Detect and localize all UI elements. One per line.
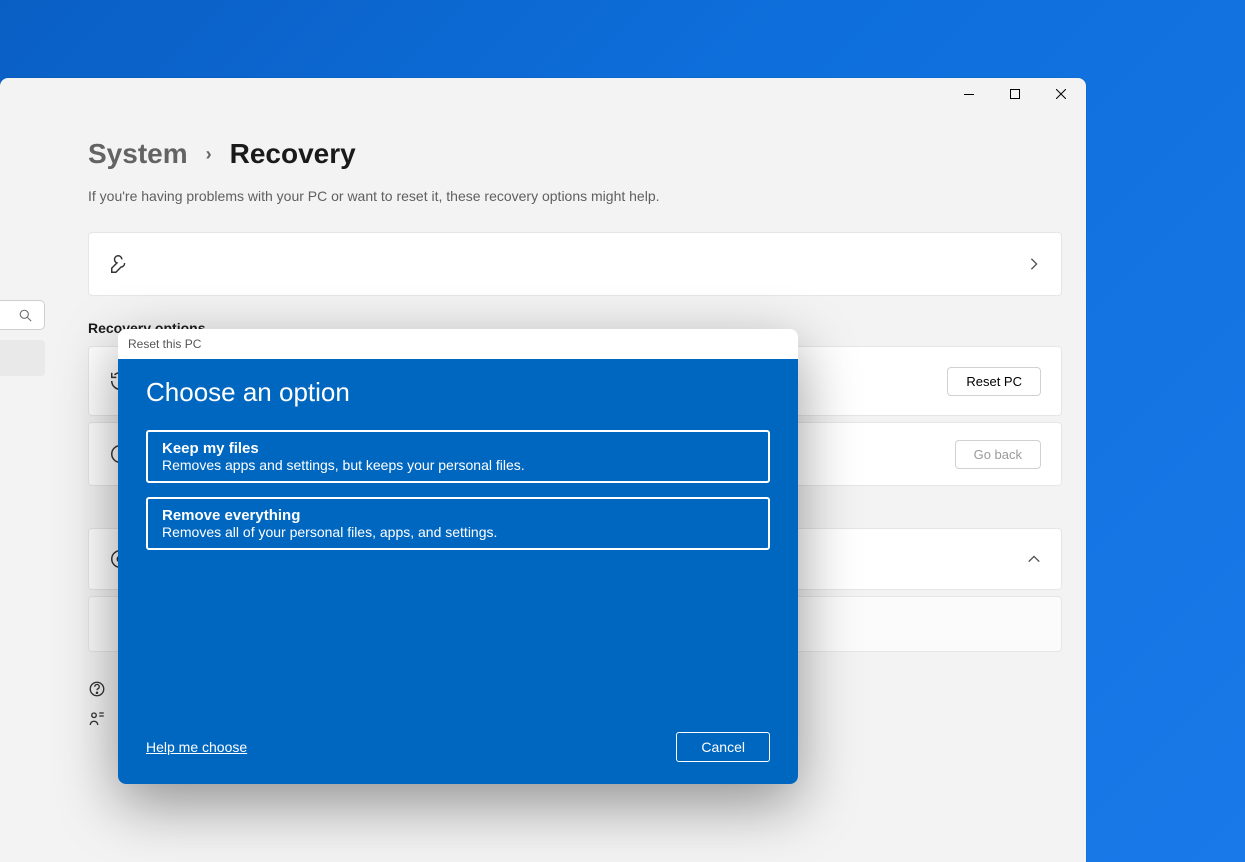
option-remove-everything[interactable]: Remove everything Removes all of your pe… — [146, 497, 770, 550]
breadcrumb-parent[interactable]: System — [88, 138, 188, 170]
help-me-choose-link[interactable]: Help me choose — [146, 739, 247, 755]
dialog-footer: Help me choose Cancel — [146, 732, 770, 762]
option-desc: Removes all of your personal files, apps… — [162, 524, 754, 540]
sidebar-item-system[interactable] — [0, 340, 45, 376]
search-input[interactable] — [0, 300, 45, 330]
breadcrumb: System › Recovery — [88, 138, 1062, 170]
option-title: Remove everything — [162, 507, 754, 524]
reset-pc-button[interactable]: Reset PC — [947, 367, 1041, 396]
page-subtitle: If you're having problems with your PC o… — [88, 188, 1062, 204]
maximize-button[interactable] — [992, 79, 1038, 109]
chevron-right-icon: › — [206, 144, 212, 165]
breadcrumb-current: Recovery — [230, 138, 356, 170]
titlebar — [0, 78, 1086, 110]
close-button[interactable] — [1038, 79, 1084, 109]
wrench-icon — [109, 253, 131, 275]
dialog-body: Choose an option Keep my files Removes a… — [118, 359, 798, 784]
option-title: Keep my files — [162, 440, 754, 457]
chevron-up-icon — [1027, 552, 1041, 566]
dialog-window-title: Reset this PC — [128, 337, 201, 351]
dialog-heading: Choose an option — [146, 377, 770, 408]
fix-problems-card[interactable] — [88, 232, 1062, 296]
help-icon — [88, 680, 106, 698]
chevron-right-icon — [1027, 257, 1041, 271]
option-desc: Removes apps and settings, but keeps you… — [162, 457, 754, 473]
cancel-button[interactable]: Cancel — [676, 732, 770, 762]
feedback-icon — [88, 710, 106, 728]
search-icon — [19, 309, 32, 322]
go-back-button: Go back — [955, 440, 1041, 469]
dialog-titlebar: Reset this PC — [118, 329, 798, 359]
option-keep-my-files[interactable]: Keep my files Removes apps and settings,… — [146, 430, 770, 483]
reset-pc-dialog: Reset this PC Choose an option Keep my f… — [118, 329, 798, 784]
minimize-button[interactable] — [946, 79, 992, 109]
